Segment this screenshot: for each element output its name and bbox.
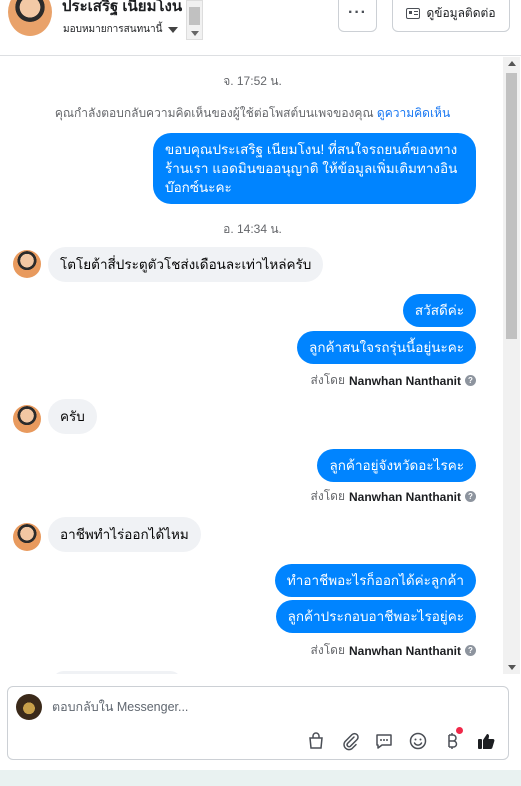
saved-reply-icon[interactable] [372,729,396,753]
help-icon[interactable]: ? [465,375,476,386]
scroll-down-arrow-icon[interactable] [508,665,516,670]
reply-input[interactable] [52,697,492,717]
contact-avatar[interactable] [8,0,52,36]
thumbs-up-icon[interactable] [474,729,498,753]
sender-avatar[interactable] [13,250,41,278]
view-contact-label: ดูข้อมูลติดต่อ [426,5,496,20]
sent-by-prefix: ส่งโดย [310,373,345,387]
assign-label: มอบหมายการสนทนานี้ [63,24,163,35]
outgoing-message[interactable]: สวัสดีค่ะ [402,294,476,327]
shopping-bag-icon[interactable] [304,729,328,753]
timestamp: อ. 14:34 น. [223,222,282,236]
incoming-message[interactable]: อาชีพทำไร่ออกได้ไหม [48,517,201,552]
message-thread[interactable]: จ. 17:52 น. คุณกำลังตอบกลับความคิดเห็นขอ… [0,57,521,674]
message-line: ร้านเรา แอดมินขออนุญาติ ให้ข้อมูลเพิ่มเต… [165,161,458,176]
page-avatar [16,694,42,720]
message-line: ขอบคุณประเสริฐ เนียมโงน! ที่สนใจรถยนต์ขอ… [165,142,458,157]
outgoing-message[interactable]: ลูกค้าประกอบอาชีพอะไรอยู่คะ [275,600,476,633]
comment-reply-notice: คุณกำลังตอบกลับความคิดเห็นของผู้ใช้ต่อโพ… [0,104,505,123]
outgoing-message[interactable]: ทำอาชีพอะไรก็ออกได้ค่ะลูกค้า [274,564,476,597]
timestamp: จ. 17:52 น. [223,74,282,88]
sender-avatar[interactable] [13,523,41,551]
conversation-header: ประเสริฐ เนียมโงน มอบหมายการสนทนานี้ ···… [0,0,521,56]
incoming-message[interactable]: ครับ [48,399,97,434]
composer-area [0,674,521,786]
contact-card-icon [406,7,421,19]
notice-text: คุณกำลังตอบกลับความคิดเห็นของผู้ใช้ต่อโพ… [54,106,374,120]
sender-name: Nanwhan Nanthanit [348,489,461,504]
sent-by-label: ส่งโดย Nanwhan Nanthanit ? [311,487,476,506]
help-icon[interactable]: ? [465,645,476,656]
thread-scrollbar[interactable] [503,57,520,674]
view-contact-button[interactable]: ดูข้อมูลติดต่อ [392,0,510,32]
bottom-strip [0,770,521,786]
sender-name: Nanwhan Nanthanit [348,373,461,388]
incoming-message[interactable]: โตโยต้าสี่ประตูตัวโชส่งเดือนละเท่าไหล่คร… [48,247,324,282]
sender-name: Nanwhan Nanthanit [348,643,461,658]
outgoing-message[interactable]: ขอบคุณประเสริฐ เนียมโงน! ที่สนใจรถยนต์ขอ… [153,133,476,204]
more-icon: ··· [348,4,367,21]
more-options-button[interactable]: ··· [338,0,377,32]
scroll-up-arrow-icon[interactable] [508,61,516,66]
emoji-icon[interactable] [406,729,430,753]
sent-by-prefix: ส่งโดย [310,489,345,503]
outgoing-message[interactable]: ลูกค้าสนใจรถรุ่นนี้อยู่นะคะ [297,331,476,364]
header-scrollbar[interactable] [186,0,203,40]
sent-by-label: ส่งโดย Nanwhan Nanthanit ? [311,371,476,390]
header-scrollbar-thumb[interactable] [189,7,200,25]
currency-icon[interactable] [440,727,464,753]
outgoing-message[interactable]: ลูกค้าอยู่จังหวัดอะไรคะ [317,449,476,482]
contact-name[interactable]: ประเสริฐ เนียมโงน [62,0,182,18]
thread-scrollbar-thumb[interactable] [506,73,517,339]
sender-avatar[interactable] [13,405,41,433]
sent-by-label: ส่งโดย Nanwhan Nanthanit ? [311,641,476,660]
notification-dot [456,727,463,734]
composer-toolbar [304,727,498,753]
sent-by-prefix: ส่งโดย [310,643,345,657]
help-icon[interactable]: ? [465,491,476,502]
assign-conversation-dropdown[interactable]: มอบหมายการสนทนานี้ [63,22,179,37]
reply-composer[interactable] [7,686,509,760]
view-comment-link[interactable]: ดูความคิดเห็น [377,106,450,120]
caret-down-icon [168,26,179,33]
message-line: บ๊อกซ์นะคะ [165,180,232,195]
paperclip-icon[interactable] [338,729,362,753]
scroll-down-arrow-icon[interactable] [191,31,199,36]
